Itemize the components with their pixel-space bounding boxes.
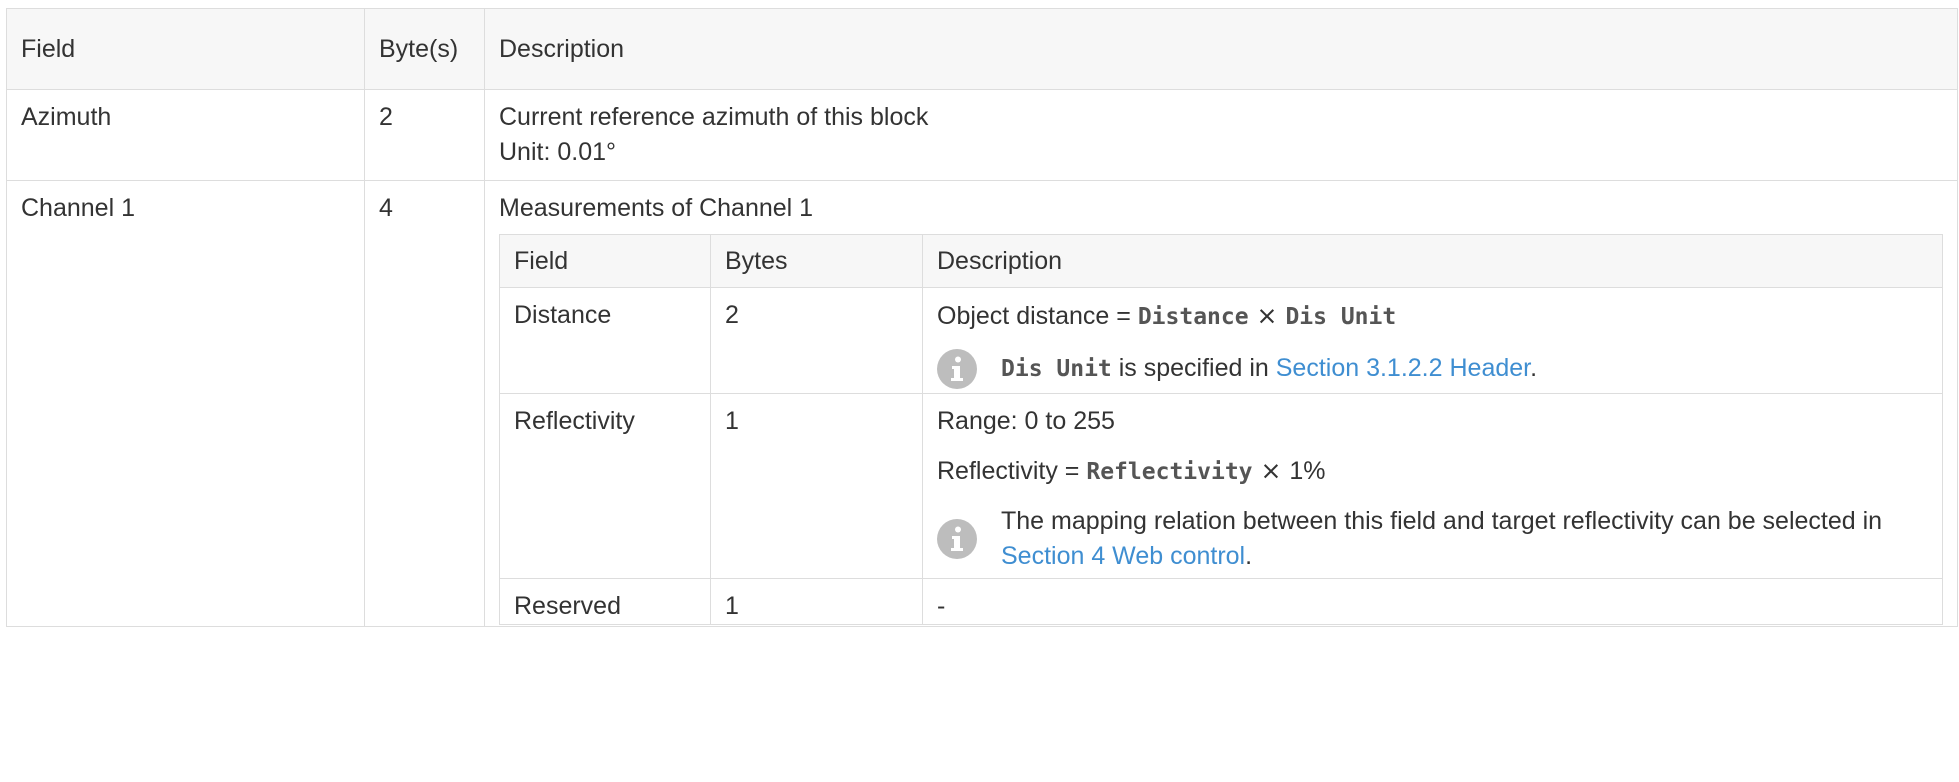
section-header-link[interactable]: Section 3.1.2.2 Header: [1276, 354, 1530, 382]
distance-note-end: .: [1530, 354, 1538, 382]
reserved-description: -: [922, 578, 1943, 625]
distance-description: Object distance = Distance × Dis Unit Di…: [922, 287, 1943, 394]
channel-bytes: 4: [364, 180, 485, 627]
inner-row-distance: Distance 2 Object distance = Distance × …: [499, 287, 1943, 394]
distance-note-text: Dis Unit is specified in Section 3.1.2.2…: [1001, 351, 1537, 387]
azimuth-field: Azimuth: [6, 89, 365, 181]
distance-note-code: Dis Unit: [1001, 356, 1112, 382]
reflectivity-formula-prefix: Reflectivity =: [937, 457, 1087, 485]
azimuth-desc-line2: Unit: 0.01°: [499, 138, 617, 166]
reflectivity-formula-code: Reflectivity: [1086, 459, 1253, 485]
channel-description: Measurements of Channel 1 Field Bytes De…: [484, 180, 1958, 627]
distance-formula-code1: Distance: [1137, 304, 1249, 330]
distance-note: Dis Unit is specified in Section 3.1.2.2…: [937, 349, 1928, 389]
azimuth-description: Current reference azimuth of this block …: [484, 89, 1958, 181]
channel-field: Channel 1: [6, 180, 365, 627]
header-field: Field: [6, 8, 365, 90]
reflectivity-formula: Reflectivity = Reflectivity × 1%: [937, 453, 1928, 490]
packet-field-table: Field Byte(s) Description Azimuth 2 Curr…: [6, 8, 1958, 627]
azimuth-bytes: 2: [364, 89, 485, 181]
distance-field: Distance: [499, 287, 711, 394]
reflectivity-bytes: 1: [710, 393, 923, 579]
info-icon: [937, 349, 977, 389]
inner-header-row: Field Bytes Description: [499, 234, 1943, 288]
distance-formula: Object distance = Distance × Dis Unit: [937, 298, 1928, 335]
reflectivity-note-end: .: [1245, 542, 1253, 570]
table-header-row: Field Byte(s) Description: [6, 8, 1958, 90]
distance-formula-code2: Dis Unit: [1285, 304, 1397, 330]
table-row-channel-1: Channel 1 4 Measurements of Channel 1 Fi…: [6, 180, 1958, 627]
inner-row-reserved: Reserved 1 -: [499, 578, 1943, 625]
reflectivity-field: Reflectivity: [499, 393, 711, 579]
table-row-azimuth: Azimuth 2 Current reference azimuth of t…: [6, 89, 1958, 181]
inner-header-bytes: Bytes: [710, 234, 923, 288]
header-bytes: Byte(s): [364, 8, 485, 90]
reflectivity-description: Range: 0 to 255 Reflectivity = Reflectiv…: [922, 393, 1943, 579]
distance-bytes: 2: [710, 287, 923, 394]
inner-row-reflectivity: Reflectivity 1 Range: 0 to 255 Reflectiv…: [499, 393, 1943, 579]
inner-header-field: Field: [499, 234, 711, 288]
reflectivity-formula-suffix: 1%: [1289, 457, 1326, 485]
distance-formula-times: ×: [1248, 301, 1286, 330]
reserved-bytes: 1: [710, 578, 923, 625]
azimuth-desc-line1: Current reference azimuth of this block: [499, 103, 929, 131]
section-web-control-link[interactable]: Section 4 Web control: [1001, 542, 1245, 570]
reflectivity-note-text: The mapping relation between this field …: [1001, 504, 1928, 574]
header-description: Description: [484, 8, 1958, 90]
reflectivity-note-body: The mapping relation between this field …: [1001, 507, 1883, 535]
reflectivity-range: Range: 0 to 255: [937, 407, 1115, 435]
inner-header-description: Description: [922, 234, 1943, 288]
reflectivity-note: The mapping relation between this field …: [937, 504, 1928, 574]
reserved-field: Reserved: [499, 578, 711, 625]
channel-desc-title: Measurements of Channel 1: [499, 194, 814, 222]
distance-note-body: is specified in: [1111, 354, 1276, 382]
info-icon: [937, 519, 977, 559]
distance-formula-prefix: Object distance =: [937, 302, 1138, 330]
channel-subfield-table: Field Bytes Description Distance 2 Objec…: [499, 234, 1943, 625]
reflectivity-formula-times: ×: [1252, 456, 1290, 485]
